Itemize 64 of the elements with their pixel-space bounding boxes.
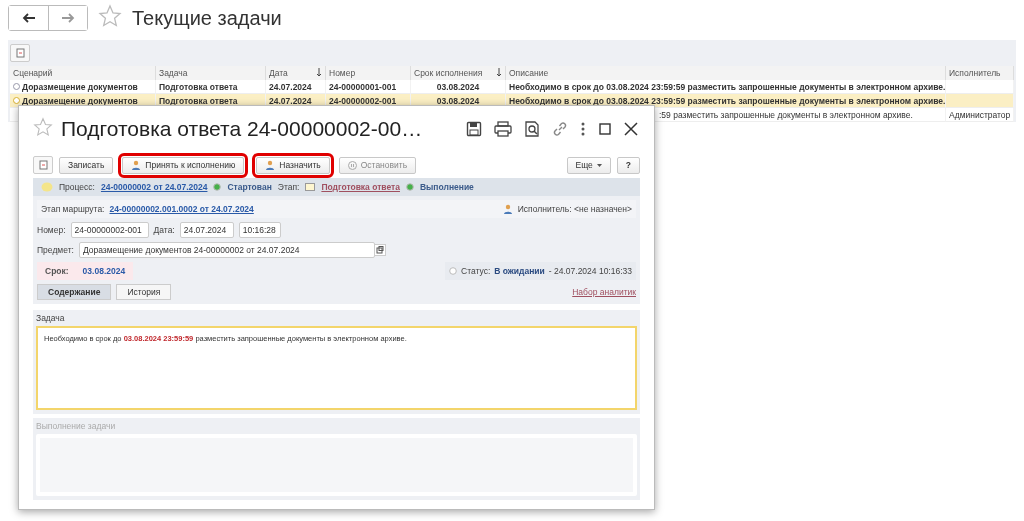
star-icon[interactable] xyxy=(98,4,122,28)
table-cell: Подготовка ответа xyxy=(156,80,266,94)
deadline-label: Срок: xyxy=(45,266,69,276)
executor-text: Исполнитель: <не назначен> xyxy=(517,204,632,214)
page-title: Текущие задачи xyxy=(132,6,282,30)
number-label: Номер: xyxy=(37,225,66,235)
table-cell: Доразмещение документов xyxy=(10,80,156,94)
close-icon[interactable] xyxy=(622,120,640,138)
date-field[interactable]: 24.07.2024 xyxy=(179,222,234,238)
save-button[interactable]: Записать xyxy=(59,156,114,174)
document-icon xyxy=(15,48,25,58)
document-icon xyxy=(38,160,48,170)
help-button[interactable]: ? xyxy=(616,156,640,174)
stage-state: Выполнение xyxy=(419,182,474,192)
date-label: Дата: xyxy=(153,225,175,235)
arrow-left-icon xyxy=(21,13,36,23)
arrow-right-icon xyxy=(61,13,75,23)
time-field[interactable]: 10:16:28 xyxy=(238,222,281,238)
person-icon xyxy=(131,160,142,170)
sort-arrow-icon xyxy=(316,68,322,77)
save-icon[interactable] xyxy=(464,119,484,139)
copy-icon[interactable] xyxy=(373,244,386,256)
status-dot-icon xyxy=(449,267,458,275)
coin-icon xyxy=(41,182,53,192)
more-button[interactable]: Еще xyxy=(566,156,611,174)
pause-icon xyxy=(347,160,357,170)
status-dot-icon xyxy=(13,83,20,90)
stage-link[interactable]: Подготовка ответа xyxy=(321,182,400,192)
execution-label: Выполнение задачи xyxy=(36,421,117,431)
process-link[interactable]: 24-00000002 от 24.07.2024 xyxy=(100,182,208,192)
process-label: Процесс: xyxy=(59,182,95,192)
folder-icon xyxy=(305,183,316,191)
person-icon xyxy=(502,204,513,214)
person-icon xyxy=(265,160,276,170)
status-label: Статус: xyxy=(461,266,491,276)
status-dot-icon xyxy=(405,183,414,191)
table-cell: 03.08.2024 xyxy=(411,80,506,94)
number-field[interactable]: 24-00000002-001 xyxy=(70,222,149,238)
printer-icon[interactable] xyxy=(492,119,514,139)
caret-icon xyxy=(596,163,602,167)
route-label: Этап маршрута: xyxy=(41,204,105,214)
tab[interactable]: Содержание xyxy=(37,284,112,300)
preview-icon[interactable] xyxy=(522,119,542,139)
status-dot-icon xyxy=(213,183,222,191)
stage-label: Этап: xyxy=(277,182,300,192)
route-link[interactable]: 24-00000002.001.0002 от 24.07.2024 xyxy=(109,204,254,214)
table-cell: Администратор xyxy=(946,108,1014,122)
table-cell: 24.07.2024 xyxy=(266,80,326,94)
deadline-value: 03.08.2024 xyxy=(82,266,126,276)
maximize-icon[interactable] xyxy=(596,120,614,138)
dialog-title: Подготовка ответа 24-00000002-00… xyxy=(61,117,424,141)
sort-arrow-icon xyxy=(496,68,502,77)
tab[interactable]: История xyxy=(116,284,172,300)
star-icon[interactable] xyxy=(33,117,53,137)
status-dot-icon xyxy=(13,97,20,104)
subject-field[interactable]: Доразмещение документов 24-00000002 от 24.07.2024 xyxy=(78,242,375,258)
task-label: Задача xyxy=(36,313,66,323)
analytics-link[interactable]: Набор аналитик xyxy=(572,287,636,297)
subject-label: Предмет: xyxy=(37,245,74,255)
process-state: Стартован xyxy=(227,182,272,192)
table-cell: 24-00000001-001 xyxy=(326,80,411,94)
status-value: В ожидании xyxy=(494,266,545,276)
status-time: - 24.07.2024 10:16:33 xyxy=(548,266,632,276)
table-cell: Необходимо в срок до 03.08.2024 23:59:59 разместить запрошенные документы в электронном архиве. xyxy=(506,80,946,94)
